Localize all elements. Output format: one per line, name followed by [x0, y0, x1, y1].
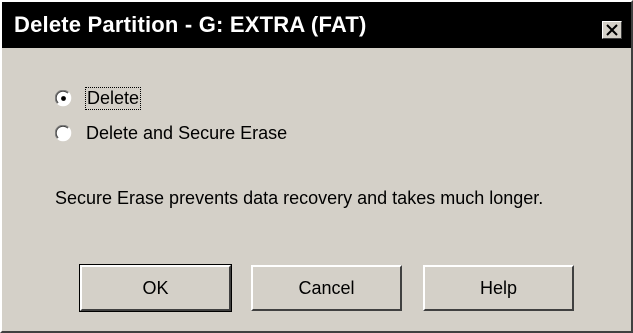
radio-label-delete: Delete — [84, 86, 142, 110]
radio-delete[interactable]: Delete — [55, 86, 142, 110]
help-button[interactable]: Help — [423, 265, 574, 311]
radio-label-delete-secure-erase: Delete and Secure Erase — [86, 122, 288, 143]
window-title: Delete Partition - G: EXTRA (FAT) — [14, 12, 367, 37]
radio-button-checked[interactable] — [55, 89, 72, 107]
close-x-icon — [606, 24, 618, 36]
description-text: Secure Erase prevents data recovery and … — [55, 188, 544, 208]
radio-delete-secure-erase[interactable]: Delete and Secure Erase — [55, 121, 287, 145]
close-button[interactable] — [602, 21, 622, 39]
radio-button-unchecked[interactable] — [55, 124, 72, 142]
delete-partition-dialog: Delete Partition - G: EXTRA (FAT) Delete — [0, 0, 633, 333]
ok-button[interactable]: OK — [79, 264, 232, 312]
title-bar[interactable]: Delete Partition - G: EXTRA (FAT) — [2, 2, 631, 48]
cancel-button[interactable]: Cancel — [251, 265, 402, 311]
